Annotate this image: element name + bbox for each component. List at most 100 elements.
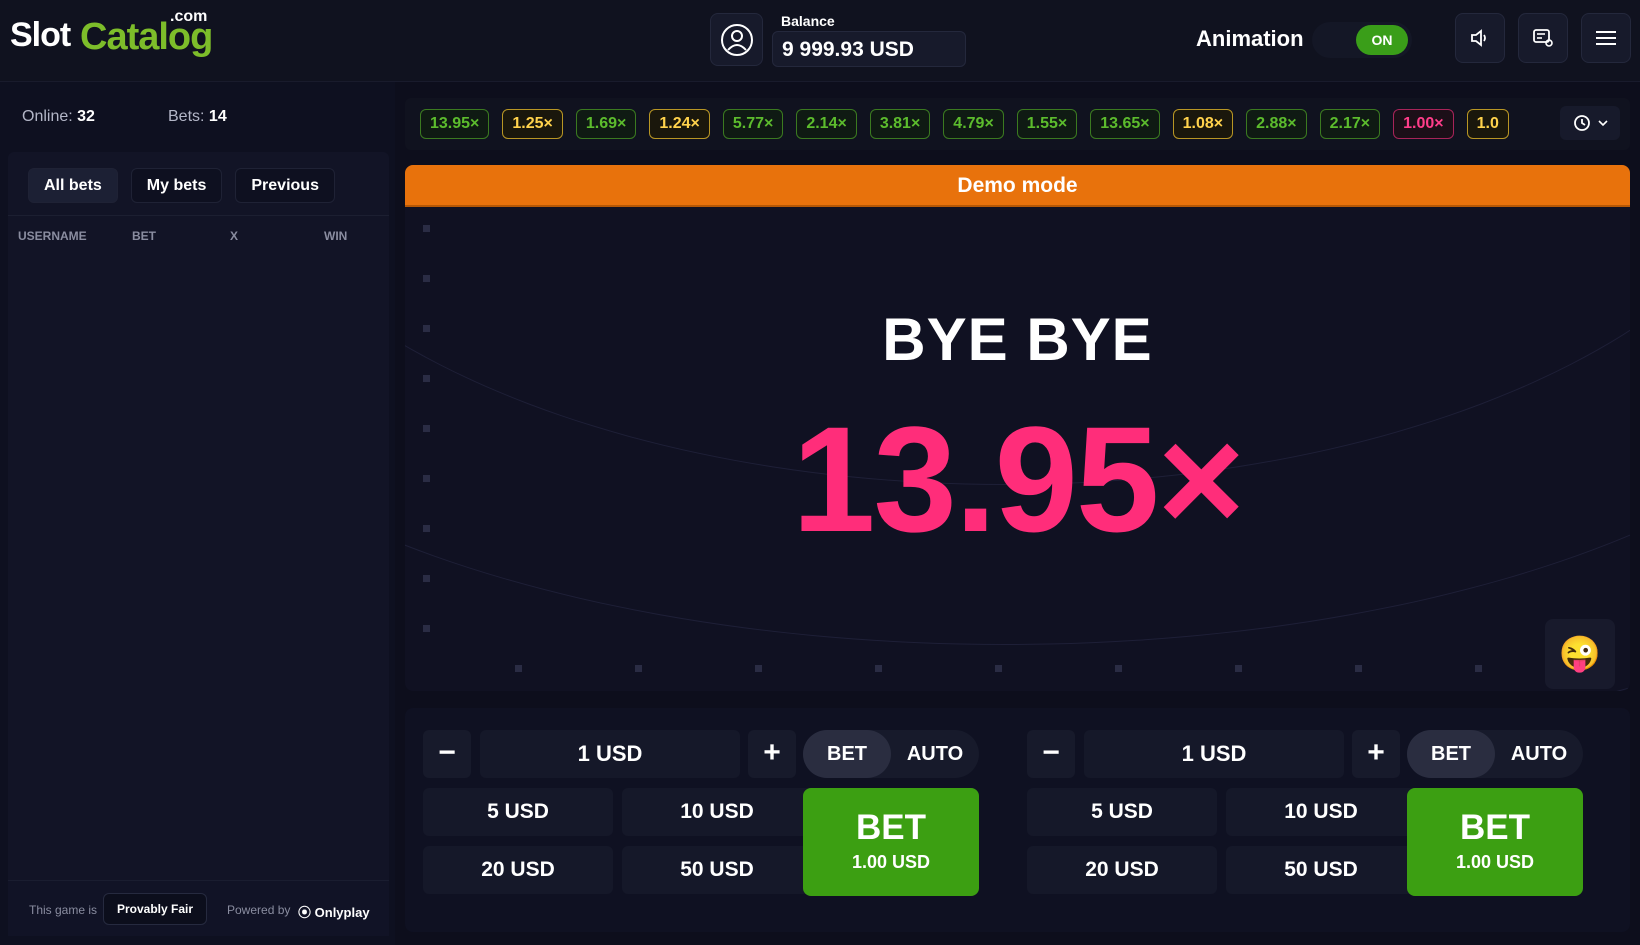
axis-dot (1475, 665, 1482, 672)
round-message: BYE BYE (882, 306, 1153, 373)
mode-switch: BET AUTO (1407, 730, 1583, 778)
multiplier-chip[interactable]: 1.00× (1393, 109, 1454, 139)
bets-tabs: All bets My bets Previous (28, 168, 335, 203)
balance-label: Balance (781, 13, 835, 29)
logo: CosmoX Slot Catalog .com (10, 8, 213, 72)
place-bet-button[interactable]: BET 1.00 USD (1407, 788, 1583, 896)
decrease-button[interactable]: − (1027, 730, 1075, 778)
sound-button[interactable] (1455, 13, 1505, 63)
axis-dot (1115, 665, 1122, 672)
multiplier-chip[interactable]: 1.08× (1172, 109, 1234, 139)
place-bet-amount: 1.00 USD (851, 852, 931, 872)
tab-my-bets[interactable]: My bets (130, 168, 223, 203)
place-bet-button[interactable]: BET 1.00 USD (803, 788, 979, 896)
place-bet-label: BET (856, 808, 926, 847)
emoji-button[interactable]: 😜 (1545, 619, 1615, 689)
multiplier-chip[interactable]: 4.79× (943, 109, 1004, 139)
axis-dot (875, 665, 882, 672)
mode-bet-tab[interactable]: BET (803, 730, 891, 778)
mode-auto-tab[interactable]: AUTO (891, 730, 979, 778)
mode-switch: BET AUTO (803, 730, 979, 778)
multiplier-chip[interactable]: 1.55× (1016, 109, 1078, 139)
user-button[interactable] (710, 13, 763, 66)
decrease-button[interactable]: − (423, 730, 471, 778)
multiplier-chip[interactable]: 13.65× (1090, 109, 1160, 139)
tab-all-bets[interactable]: All bets (28, 168, 118, 203)
multiplier-chip[interactable]: 13.95× (420, 109, 490, 139)
col-username: USERNAME (18, 229, 87, 243)
axis-dot (1235, 665, 1242, 672)
axis-dot (423, 375, 430, 382)
result-multiplier: 13.95× (792, 395, 1245, 563)
multiplier-chip[interactable]: 1.0 (1466, 109, 1509, 139)
bet-panel-2: − 1 USD + BET AUTO 5 USD 10 USD 20 USD 5… (1027, 724, 1607, 904)
bet-amount-input[interactable]: 1 USD (1084, 730, 1344, 778)
user-icon (720, 23, 753, 56)
provider-name: Onlyplay (314, 905, 370, 920)
axis-dot (635, 665, 642, 672)
bet-amount-input[interactable]: 1 USD (480, 730, 740, 778)
menu-icon (1596, 31, 1616, 45)
online-value: 32 (77, 108, 95, 125)
demo-mode-banner: Demo mode (405, 165, 1630, 207)
tab-previous[interactable]: Previous (235, 168, 335, 203)
powered-by-label: Powered by (227, 903, 291, 917)
history-icon (1574, 115, 1590, 131)
animation-toggle[interactable]: ON (1312, 22, 1412, 58)
multiplier-chip[interactable]: 1.69× (575, 109, 637, 139)
quick-amount-button[interactable]: 20 USD (423, 846, 613, 894)
quick-amount-button[interactable]: 50 USD (622, 846, 812, 894)
axis-dot (1355, 665, 1362, 672)
multiplier-history: 13.95× 1.25× 1.69× 1.24× 5.77× 2.14× 3.81× 4.79… (405, 98, 1630, 150)
multiplier-chip[interactable]: 2.17× (1319, 109, 1381, 139)
multiplier-chip[interactable]: 2.14× (796, 109, 857, 139)
bets-stat: Bets: 14 (168, 108, 227, 126)
axis-dot (423, 275, 430, 282)
multiplier-chip[interactable]: 2.88× (1246, 109, 1307, 139)
axis-dot (423, 625, 430, 632)
animation-label: Animation (1196, 26, 1304, 51)
mode-bet-tab[interactable]: BET (1407, 730, 1495, 778)
chevron-down-icon (1598, 120, 1608, 127)
multiplier-chip[interactable]: 5.77× (722, 109, 784, 139)
bet-controls: − 1 USD + BET AUTO 5 USD 10 USD 20 USD 5… (405, 708, 1630, 932)
quick-amount-button[interactable]: 50 USD (1226, 846, 1416, 894)
increase-button[interactable]: + (748, 730, 796, 778)
place-bet-label: BET (1460, 808, 1530, 847)
animation-toggle-state: ON (1356, 25, 1408, 55)
axis-dot (995, 665, 1002, 672)
provider-icon: ⦿ (298, 905, 312, 920)
history-button[interactable] (1560, 106, 1620, 140)
bets-value: 14 (208, 108, 227, 125)
provably-fair-button[interactable]: Provably Fair (103, 893, 208, 925)
bet-panel-1: − 1 USD + BET AUTO 5 USD 10 USD 20 USD 5… (423, 724, 1003, 904)
menu-button[interactable] (1581, 13, 1631, 63)
col-win: WIN (324, 229, 348, 243)
bets-label: Bets: (168, 108, 205, 125)
mode-auto-tab[interactable]: AUTO (1495, 730, 1583, 778)
col-bet: BET (132, 229, 156, 243)
logo-word-1: Slot (10, 16, 71, 54)
quick-amount-button[interactable]: 10 USD (622, 788, 812, 836)
emoji-icon: 😜 (1558, 635, 1602, 673)
increase-button[interactable]: + (1352, 730, 1400, 778)
col-x: X (230, 229, 239, 243)
multiplier-chip[interactable]: 1.24× (649, 109, 710, 139)
left-panel: Online: 32 Bets: 14 All bets My bets Pre… (0, 82, 395, 945)
online-label: Online: (22, 108, 73, 125)
multiplier-chip[interactable]: 1.25× (502, 109, 563, 139)
logo-domain: .com (170, 8, 208, 25)
quick-amount-button[interactable]: 20 USD (1027, 846, 1217, 894)
axis-dot (515, 665, 522, 672)
chat-button[interactable] (1518, 13, 1568, 63)
bets-panel: All bets My bets Previous USERNAME BET X… (8, 152, 389, 935)
multiplier-track: 13.95× 1.25× 1.69× 1.24× 5.77× 2.14× 3.81× 4.79… (420, 109, 1518, 139)
multiplier-chip[interactable]: 3.81× (869, 109, 931, 139)
quick-amount-button[interactable]: 5 USD (1027, 788, 1217, 836)
quick-amount-button[interactable]: 10 USD (1226, 788, 1416, 836)
chat-icon (1533, 29, 1553, 47)
sound-icon (1471, 29, 1486, 47)
top-bar: CosmoX Slot Catalog .com Balance 9 999.9… (0, 0, 1640, 82)
axis-dot (755, 665, 762, 672)
quick-amount-button[interactable]: 5 USD (423, 788, 613, 836)
